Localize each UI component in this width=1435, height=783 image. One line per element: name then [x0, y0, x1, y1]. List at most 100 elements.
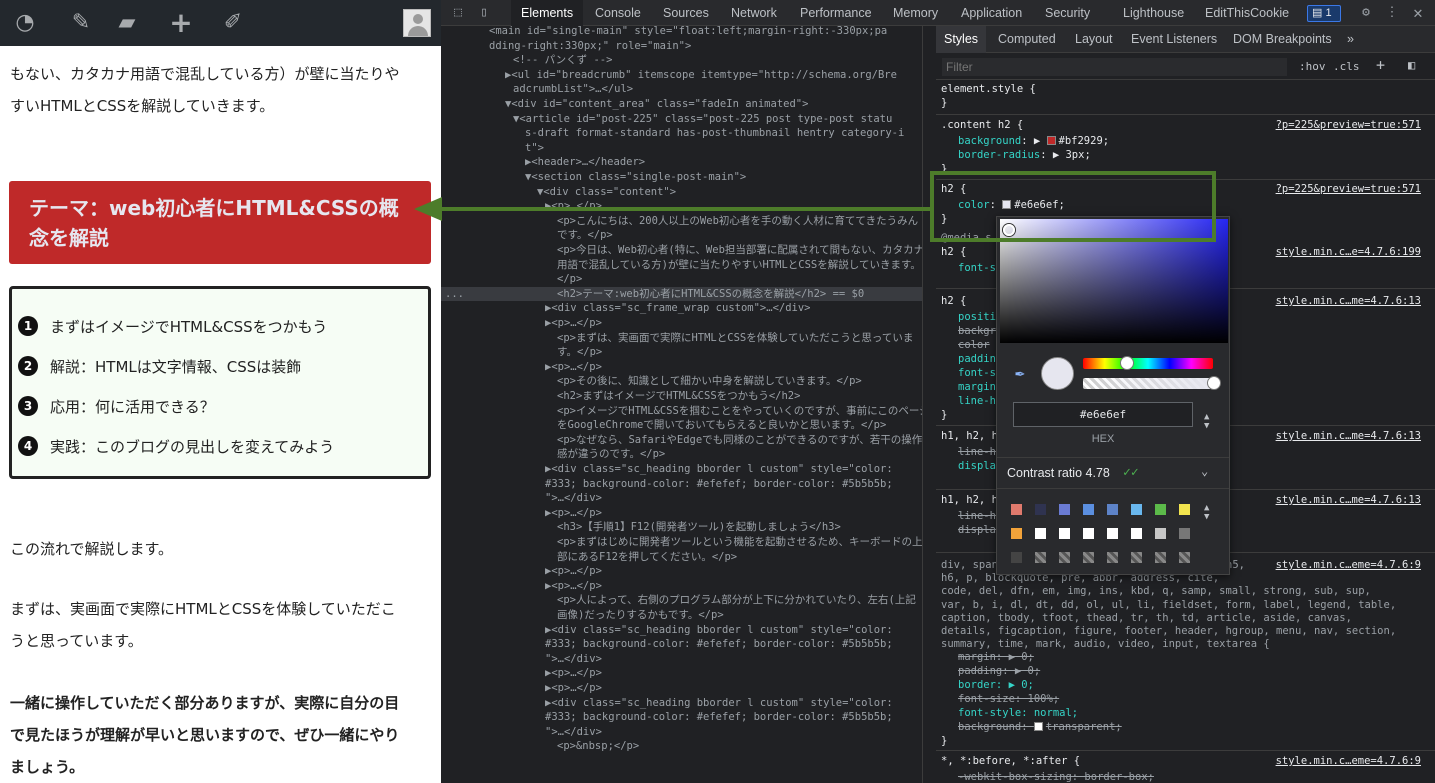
dom-node-line[interactable]: ">…</div>: [441, 725, 922, 739]
dom-node-line[interactable]: ▶<p>…</p>: [441, 316, 922, 330]
alpha-slider-handle[interactable]: [1207, 376, 1221, 390]
dom-node-line[interactable]: 部にあるF12を押してください。</p>: [441, 550, 922, 564]
toc-item[interactable]: 1 まずはイメージでHTML&CSSをつかもう: [18, 314, 327, 338]
new-plus-icon[interactable]: +: [166, 8, 196, 38]
tab-network[interactable]: Network: [731, 0, 777, 26]
palette-swatch-transparent[interactable]: [1035, 552, 1046, 563]
more-options-icon[interactable]: ⋮: [1383, 4, 1401, 22]
comments-icon[interactable]: ▰: [112, 8, 142, 38]
dom-node-line[interactable]: t">: [441, 141, 922, 155]
tab-dom-breakpoints[interactable]: DOM Breakpoints: [1233, 26, 1332, 53]
dom-node-line[interactable]: ▶<p>…</p>: [441, 360, 922, 374]
rule-source-link[interactable]: style.min.c…eme=4.7.6:9: [1276, 558, 1421, 572]
palette-swatch-transparent[interactable]: [1179, 552, 1190, 563]
css-property[interactable]: paddin: [958, 352, 996, 366]
palette-swatch-transparent[interactable]: [1059, 552, 1070, 563]
color-swatch[interactable]: [1046, 136, 1056, 145]
more-tabs-chevron-icon[interactable]: »: [1347, 26, 1354, 53]
tab-security[interactable]: Security: [1045, 0, 1090, 26]
css-property[interactable]: displa: [958, 459, 996, 473]
rule-selector[interactable]: code, del, dfn, em, img, ins, kbd, q, sa…: [941, 584, 1371, 598]
dom-node-line[interactable]: ▶<p>…</p>: [441, 681, 922, 695]
color-swatch[interactable]: [1033, 722, 1043, 731]
rule-selector[interactable]: var, b, i, dl, dt, dd, ol, ul, li, field…: [941, 598, 1396, 612]
rule-source-link[interactable]: ?p=225&preview=true:571: [1276, 182, 1421, 196]
dom-node-line[interactable]: </p>: [441, 272, 922, 286]
dom-node-line[interactable]: adcrumbList">…</ul>: [441, 82, 922, 96]
rule-close[interactable]: }: [941, 734, 947, 748]
dom-node-line[interactable]: <main id="single-main" style="float:left…: [441, 26, 922, 38]
dom-node-line[interactable]: <p>まずはじめに開発者ツールという機能を起動させるため、キーボードの上: [441, 535, 922, 549]
rule-selector[interactable]: div, span: [941, 558, 998, 572]
palette-swatch[interactable]: [1059, 528, 1070, 539]
pane-divider[interactable]: [922, 26, 936, 783]
dom-node-line[interactable]: す。</p>: [441, 345, 922, 359]
palette-swatch[interactable]: [1035, 528, 1046, 539]
dom-node-line[interactable]: dding-right:330px;" role="main">: [441, 39, 922, 53]
dom-node-line[interactable]: ▶<ul id="breadcrumb" itemscope itemtype=…: [441, 68, 922, 82]
dom-node-line[interactable]: s-draft format-standard has-post-thumbna…: [441, 126, 922, 140]
rule-selector[interactable]: h2 {: [941, 245, 966, 259]
palette-swatch[interactable]: [1155, 504, 1166, 515]
dom-node-line[interactable]: をGoogleChromeで開いておいてもらえると良いかと思います。</p>: [441, 418, 922, 432]
css-property[interactable]: margin: ▶ 0;: [958, 650, 1034, 664]
palette-swatch-transparent[interactable]: [1083, 552, 1094, 563]
dom-node-line[interactable]: <p>こんにちは、200人以上のWeb初心者を手の動く人材に育ててきたうみん: [441, 214, 922, 228]
rule-selector[interactable]: caption, tbody, tfoot, thead, tr, th, td…: [941, 611, 1352, 625]
css-property[interactable]: font-style: normal;: [958, 706, 1078, 720]
palette-swatch[interactable]: [1011, 528, 1022, 539]
rule-source-link[interactable]: style.min.c…eme=4.7.6:9: [1276, 754, 1421, 768]
palette-swatch[interactable]: [1011, 504, 1022, 515]
palette-swatch[interactable]: [1179, 528, 1190, 539]
tab-event-listeners[interactable]: Event Listeners: [1131, 26, 1217, 53]
css-property[interactable]: padding: ▶ 0;: [958, 664, 1040, 678]
rule-selector[interactable]: h1, h2, h: [941, 429, 998, 443]
css-property[interactable]: color: [958, 338, 990, 352]
css-property[interactable]: font-s: [958, 261, 996, 275]
tab-computed[interactable]: Computed: [998, 26, 1056, 53]
rule-source-link[interactable]: ?p=225&preview=true:571: [1276, 118, 1421, 132]
dom-node-line[interactable]: <h2>まずはイメージでHTML&CSSをつかもう</h2>: [441, 389, 922, 403]
dom-node-line[interactable]: 用語で混乱している方)が壁に当たりやすいHTMLとCSSを解説していきます。: [441, 258, 922, 272]
rule-close[interactable]: }: [941, 408, 947, 422]
close-icon[interactable]: ✕: [1409, 4, 1427, 22]
dom-node-line[interactable]: <p>その後に、知識として細かい中身を解説していきます。</p>: [441, 374, 922, 388]
dom-node-line[interactable]: <h3>【手順1】F12(開発者ツール)を起動しましょう</h3>: [441, 520, 922, 534]
tab-lighthouse[interactable]: Lighthouse: [1123, 0, 1184, 26]
dom-node-line[interactable]: ▶<div class="sc_heading bborder l custom…: [441, 623, 922, 637]
format-toggle-icon[interactable]: ▲ ▼: [1204, 413, 1209, 431]
dom-node-line[interactable]: 画像)だったりするかもです。</p>: [441, 608, 922, 622]
palette-swatch[interactable]: [1107, 504, 1118, 515]
hue-slider-handle[interactable]: [1120, 356, 1134, 370]
tab-memory[interactable]: Memory: [893, 0, 938, 26]
dom-node-line[interactable]: ▼<section class="single-post-main">: [441, 170, 922, 184]
node-actions-dots[interactable]: ...: [441, 287, 464, 301]
settings-gear-icon[interactable]: ⚙: [1357, 4, 1375, 22]
palette-swatch[interactable]: [1035, 504, 1046, 515]
palette-toggle-icon[interactable]: ▲ ▼: [1204, 504, 1209, 522]
dom-node-line[interactable]: ▶<header>…</header>: [441, 155, 922, 169]
toc-item[interactable]: 2 解説：HTMLは文字情報、CSSは装飾: [18, 354, 301, 378]
dom-node-line[interactable]: ▶<p>…</p>: [441, 579, 922, 593]
issues-badge[interactable]: ▤ 1: [1307, 5, 1341, 22]
hover-state-toggle[interactable]: :hov: [1299, 60, 1326, 73]
palette-swatch[interactable]: [1155, 528, 1166, 539]
css-property[interactable]: background: transparent;: [958, 720, 1122, 734]
customize-brush-icon[interactable]: ✎: [66, 8, 96, 38]
inspect-element-icon[interactable]: ⬚: [449, 4, 467, 22]
dom-node-line[interactable]: <p>なぜなら、SafariやEdgeでも同様のことができるのですが、若干の操作: [441, 433, 922, 447]
dom-node-line[interactable]: ▼<div id="content_area" class="fadeIn an…: [441, 97, 922, 111]
css-property[interactable]: font-size: 100%;: [958, 692, 1059, 706]
dom-node-line[interactable]: #333; background-color: #efefef; border-…: [441, 637, 922, 651]
dom-node-line[interactable]: ▶<div class="sc_heading bborder l custom…: [441, 696, 922, 710]
dom-node-line[interactable]: ▶<div class="sc_frame_wrap custom">…</di…: [441, 301, 922, 315]
dom-node-line[interactable]: ▶<p>…</p>: [441, 564, 922, 578]
user-avatar[interactable]: [403, 9, 431, 37]
rule-source-link[interactable]: style.min.c…me=4.7.6:13: [1276, 429, 1421, 443]
palette-swatch-transparent[interactable]: [1131, 552, 1142, 563]
tab-editthiscookie[interactable]: EditThisCookie: [1205, 0, 1289, 26]
dom-node-line[interactable]: <p>イメージでHTML&CSSを掴むことをやっていくのですが、事前にこのページ: [441, 404, 922, 418]
dashboard-icon[interactable]: ◔: [10, 8, 40, 38]
rule-selector[interactable]: h1, h2, h: [941, 493, 998, 507]
dom-node-line[interactable]: です。</p>: [441, 228, 922, 242]
